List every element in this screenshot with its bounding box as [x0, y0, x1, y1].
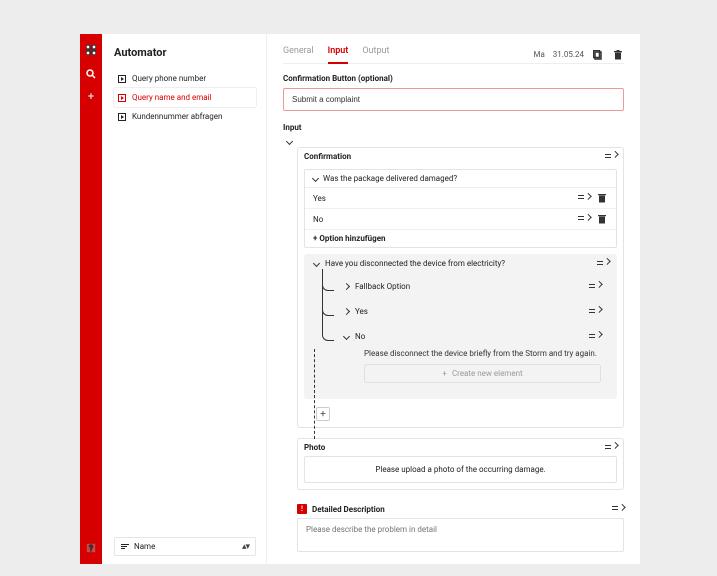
- app-rail: + ?: [80, 34, 102, 564]
- sidebar-item-query-name-email[interactable]: Query name and email: [114, 88, 256, 107]
- svg-text:?: ?: [89, 544, 93, 553]
- edit-icon[interactable]: [589, 334, 601, 340]
- confirmation-title: Confirmation: [304, 152, 351, 161]
- tab-input[interactable]: Input: [328, 46, 349, 64]
- sidebar-item-query-phone[interactable]: Query phone number: [114, 69, 256, 88]
- date-prefix: Ma: [533, 50, 544, 59]
- add-icon[interactable]: +: [86, 92, 96, 102]
- create-new-element-button[interactable]: + Create new element: [364, 364, 601, 383]
- edit-icon[interactable]: [605, 445, 617, 451]
- delete-icon[interactable]: [596, 213, 608, 225]
- branch-question-row[interactable]: Have you disconnected the device from el…: [304, 254, 617, 273]
- branch-no-row[interactable]: No: [334, 327, 609, 343]
- confirmation-button-label: Confirmation Button (optional): [283, 74, 624, 83]
- edit-icon[interactable]: [589, 309, 601, 315]
- dashboard-icon[interactable]: [85, 44, 97, 56]
- play-icon: [118, 94, 126, 102]
- option-row-yes[interactable]: Yes: [305, 188, 616, 209]
- confirmation-card: Confirmation Was the package delivered d…: [297, 147, 624, 428]
- play-icon: [118, 113, 126, 121]
- input-section-label: Input: [283, 123, 624, 132]
- add-branch-button[interactable]: +: [316, 407, 330, 421]
- sidebar: Automator Query phone number Query name …: [102, 34, 267, 564]
- option-label: Yes: [313, 194, 326, 203]
- chevron-down-icon[interactable]: [342, 333, 350, 341]
- play-icon: [118, 75, 126, 83]
- confirmation-question: Was the package delivered damaged?: [323, 174, 457, 183]
- branch-yes-row[interactable]: Yes: [334, 302, 609, 321]
- tabs-row: General Input Output Ma 31.05.24: [283, 46, 624, 64]
- option-row-no[interactable]: No: [305, 209, 616, 230]
- fallback-label: Fallback Option: [355, 282, 410, 291]
- no-label: No: [355, 332, 365, 341]
- add-option-button[interactable]: + Option hinzufügen: [305, 230, 616, 247]
- chevron-right-icon[interactable]: [342, 308, 350, 316]
- yes-label: Yes: [355, 307, 368, 316]
- detailed-description-header: ! Detailed Description: [297, 500, 624, 518]
- add-option-label: + Option hinzufügen: [313, 234, 386, 243]
- confirmation-header[interactable]: Confirmation: [298, 148, 623, 165]
- warning-icon: !: [297, 504, 307, 514]
- branch-no-block: No Please disconnect the device briefly …: [334, 327, 609, 391]
- sidebar-item-label: Query phone number: [132, 74, 206, 83]
- sort-icon: [121, 544, 129, 549]
- sort-selector[interactable]: Name ▴▾: [114, 537, 256, 556]
- edit-icon[interactable]: [605, 154, 617, 160]
- connector-line: [322, 269, 334, 341]
- branch-panel: Have you disconnected the device from el…: [304, 254, 617, 399]
- sidebar-nav: Query phone number Query name and email …: [114, 69, 256, 126]
- chevron-right-icon[interactable]: [342, 283, 350, 291]
- edit-icon[interactable]: [578, 216, 590, 222]
- photo-body[interactable]: Please upload a photo of the occurring d…: [304, 456, 617, 483]
- plus-icon: +: [442, 369, 447, 378]
- confirmation-button-input[interactable]: [283, 88, 624, 111]
- detailed-description-input[interactable]: [297, 518, 624, 552]
- confirmation-question-box: Was the package delivered damaged? Yes N…: [304, 169, 617, 248]
- sort-label: Name: [134, 542, 155, 551]
- detailed-title: Detailed Description: [312, 505, 385, 514]
- delete-icon[interactable]: [596, 192, 608, 204]
- chevron-down-icon[interactable]: [311, 175, 319, 183]
- create-new-element-label: Create new element: [452, 369, 523, 378]
- edit-icon[interactable]: [589, 284, 601, 290]
- delete-icon[interactable]: [612, 49, 624, 61]
- edit-icon[interactable]: [578, 195, 590, 201]
- option-label: No: [313, 215, 323, 224]
- search-icon[interactable]: [85, 68, 97, 80]
- chevron-down-icon[interactable]: [285, 137, 293, 145]
- branch-question: Have you disconnected the device from el…: [325, 259, 505, 268]
- tab-general[interactable]: General: [283, 46, 314, 63]
- branch-fallback-row[interactable]: Fallback Option: [334, 277, 609, 296]
- sidebar-item-kundennummer[interactable]: Kundennummer abfragen: [114, 107, 256, 126]
- dotted-connector: [314, 349, 315, 439]
- date-value: 31.05.24: [553, 50, 584, 59]
- main-panel: General Input Output Ma 31.05.24 Confirm…: [267, 34, 640, 564]
- photo-card: Photo Please upload a photo of the occur…: [297, 438, 624, 490]
- edit-icon[interactable]: [612, 506, 624, 512]
- edit-icon[interactable]: [597, 261, 609, 267]
- tab-output[interactable]: Output: [362, 46, 389, 63]
- sidebar-item-label: Query name and email: [132, 93, 211, 102]
- no-message: Please disconnect the device briefly fro…: [334, 343, 609, 360]
- copy-icon[interactable]: [592, 49, 604, 61]
- sort-stepper-icon: ▴▾: [242, 545, 249, 549]
- help-icon[interactable]: ?: [85, 542, 97, 554]
- sidebar-title: Automator: [114, 46, 256, 59]
- sidebar-item-label: Kundennummer abfragen: [132, 112, 222, 121]
- chevron-down-icon[interactable]: [312, 260, 320, 268]
- photo-title: Photo: [304, 443, 325, 452]
- photo-header[interactable]: Photo: [298, 439, 623, 456]
